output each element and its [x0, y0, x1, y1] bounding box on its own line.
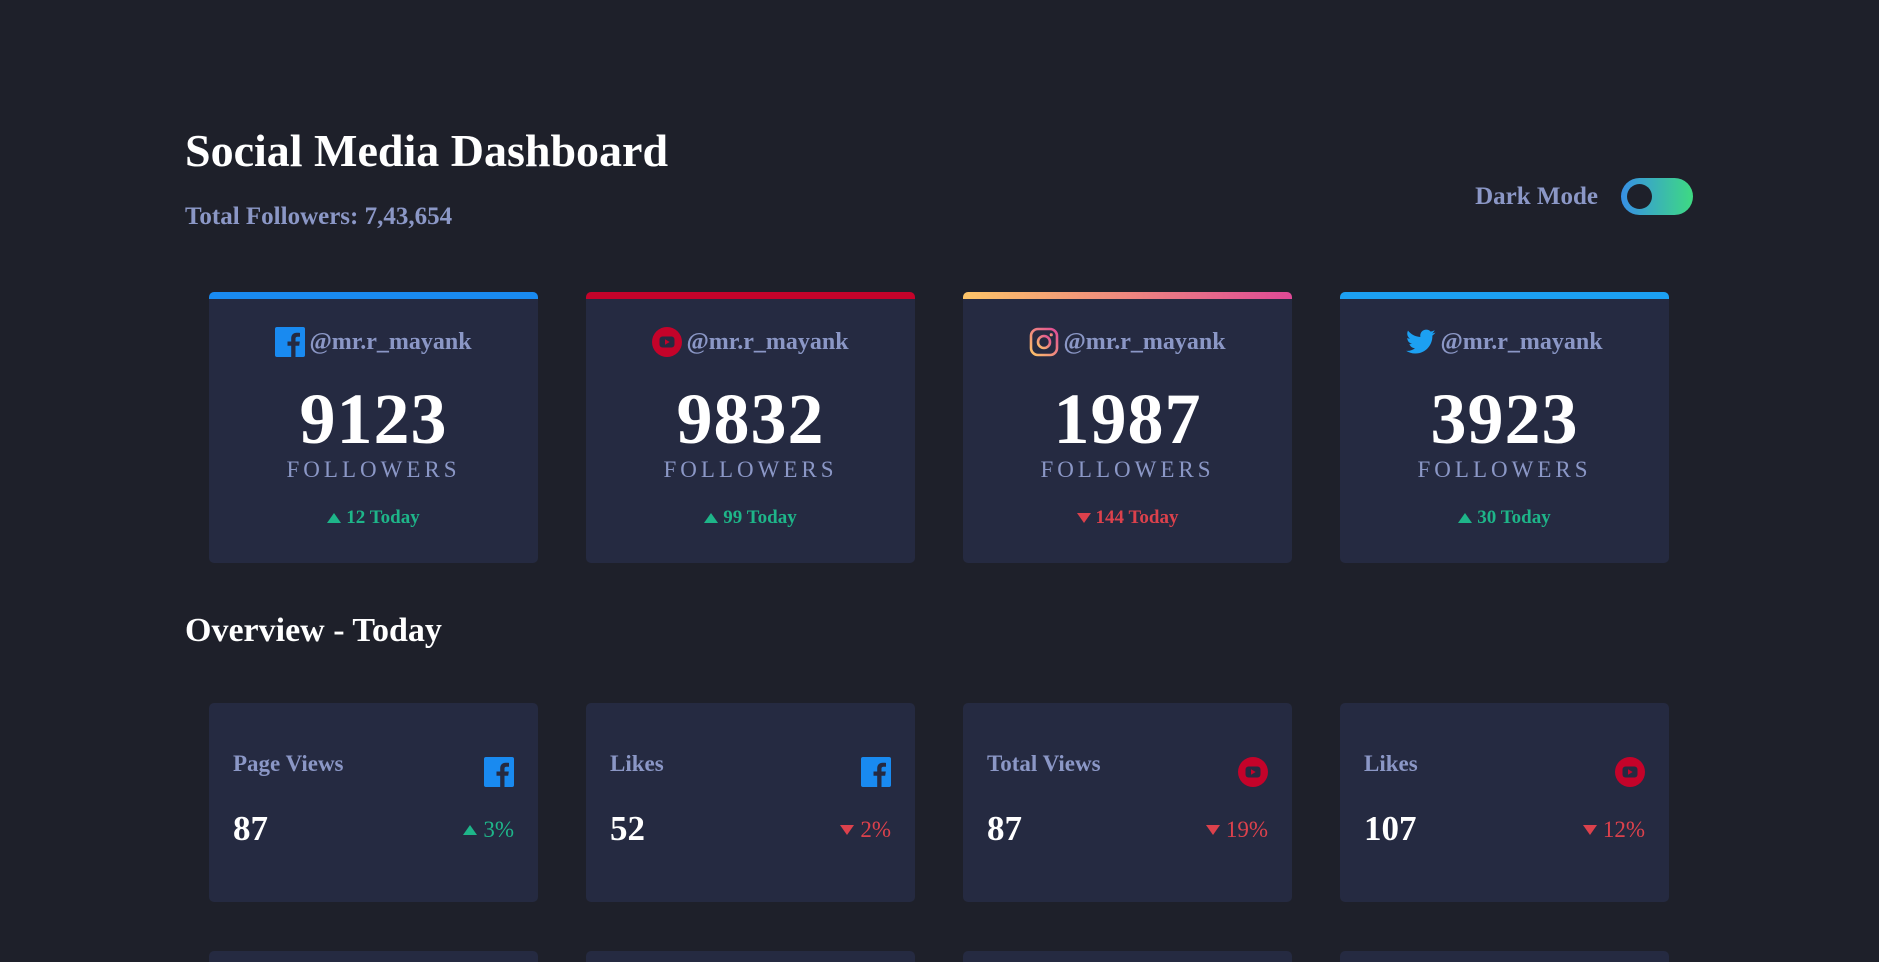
today-change-text: 99 Today — [723, 507, 797, 528]
youtube-icon — [652, 327, 683, 357]
overview-card-value: 87 — [987, 809, 1022, 848]
arrow-down-icon — [1582, 825, 1597, 835]
follower-count: 9123 — [299, 379, 448, 459]
today-change: 144 Today — [963, 507, 1292, 529]
overview-change-text: 12% — [1602, 817, 1645, 842]
arrow-up-icon — [463, 825, 478, 835]
overview-card-value: 107 — [1364, 809, 1417, 848]
arrow-up-icon — [327, 513, 342, 523]
overview-card-label: Likes — [610, 751, 664, 776]
facebook-icon — [861, 757, 891, 792]
card-handle: @mr.r_mayank — [1340, 326, 1669, 358]
follower-count: 9832 — [676, 379, 825, 459]
follower-card-facebook[interactable]: @mr.r_mayank 9123 FOLLOWERS 12 Today — [209, 292, 538, 563]
overview-change-text: 3% — [483, 817, 514, 842]
today-change: 12 Today — [209, 507, 538, 529]
overview-card-label: Page Views — [233, 751, 344, 776]
handle-text: @mr.r_mayank — [686, 328, 849, 355]
overview-cards: Page Views 87 3% Likes 52 2% Total Views — [209, 703, 1669, 902]
page-title: Social Media Dashboard — [185, 125, 669, 176]
follower-count: 3923 — [1430, 379, 1579, 459]
card-accent-bar — [209, 292, 538, 299]
overview-card-change: 2% — [840, 817, 891, 843]
overview-card-label: Total Views — [987, 751, 1101, 776]
card-handle: @mr.r_mayank — [209, 326, 538, 358]
card-accent-bar — [1340, 292, 1669, 299]
arrow-up-icon — [704, 513, 719, 523]
youtube-icon — [1615, 757, 1645, 792]
dark-mode-label: Dark Mode — [1475, 182, 1598, 210]
today-change-text: 12 Today — [346, 507, 420, 528]
overview-card[interactable] — [586, 951, 915, 962]
overview-card-label: Likes — [1364, 751, 1418, 776]
follower-card-twitter[interactable]: @mr.r_mayank 3923 FOLLOWERS 30 Today — [1340, 292, 1669, 563]
overview-card-change: 19% — [1205, 817, 1268, 843]
handle-text: @mr.r_mayank — [1440, 328, 1603, 355]
header: Social Media Dashboard Total Followers: … — [185, 122, 1695, 232]
overview-card-change: 12% — [1582, 817, 1645, 843]
followers-label: FOLLOWERS — [663, 457, 838, 482]
follower-cards: @mr.r_mayank 9123 FOLLOWERS 12 Today @mr… — [209, 292, 1669, 563]
twitter-icon — [1406, 329, 1436, 355]
overview-card-value: 52 — [610, 809, 645, 848]
handle-text: @mr.r_mayank — [309, 328, 472, 355]
overview-card-change: 3% — [463, 817, 514, 843]
overview-card[interactable]: Likes 52 2% — [586, 703, 915, 902]
today-change-text: 30 Today — [1477, 507, 1551, 528]
today-change-text: 144 Today — [1095, 507, 1179, 528]
arrow-down-icon — [840, 825, 855, 835]
overview-title: Overview - Today — [185, 612, 442, 649]
overview-change-text: 19% — [1225, 817, 1268, 842]
overview-card[interactable] — [1340, 951, 1669, 962]
handle-text: @mr.r_mayank — [1063, 328, 1226, 355]
follower-card-youtube[interactable]: @mr.r_mayank 9832 FOLLOWERS 99 Today — [586, 292, 915, 563]
card-handle: @mr.r_mayank — [963, 326, 1292, 358]
total-followers: Total Followers: 7,43,654 — [185, 203, 453, 230]
overview-card[interactable] — [963, 951, 1292, 962]
overview-card[interactable] — [209, 951, 538, 962]
follower-card-instagram[interactable]: @mr.r_mayank 1987 FOLLOWERS 144 Today — [963, 292, 1292, 563]
dark-mode-control: Dark Mode — [1475, 178, 1693, 215]
arrow-up-icon — [1458, 513, 1473, 523]
followers-label: FOLLOWERS — [1040, 457, 1215, 482]
facebook-icon — [484, 757, 514, 792]
card-accent-bar — [963, 292, 1292, 299]
overview-card-value: 87 — [233, 809, 268, 848]
instagram-icon — [1029, 327, 1059, 357]
overview-card[interactable]: Likes 107 12% — [1340, 703, 1669, 902]
arrow-down-icon — [1205, 825, 1220, 835]
overview-change-text: 2% — [860, 817, 891, 842]
dark-mode-toggle[interactable] — [1621, 178, 1693, 215]
today-change: 30 Today — [1340, 507, 1669, 529]
youtube-icon — [1238, 757, 1268, 792]
follower-count: 1987 — [1053, 379, 1202, 459]
card-handle: @mr.r_mayank — [586, 326, 915, 358]
today-change: 99 Today — [586, 507, 915, 529]
followers-label: FOLLOWERS — [286, 457, 461, 482]
followers-label: FOLLOWERS — [1417, 457, 1592, 482]
dashboard-page: Social Media Dashboard Total Followers: … — [0, 0, 1879, 962]
toggle-knob — [1627, 184, 1652, 209]
overview-card[interactable]: Page Views 87 3% — [209, 703, 538, 902]
arrow-down-icon — [1076, 513, 1091, 523]
card-accent-bar — [586, 292, 915, 299]
overview-card[interactable]: Total Views 87 19% — [963, 703, 1292, 902]
overview-cards-next-row — [209, 951, 1669, 962]
facebook-icon — [275, 327, 306, 357]
